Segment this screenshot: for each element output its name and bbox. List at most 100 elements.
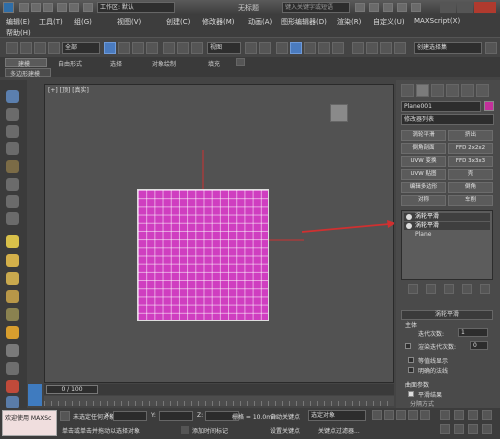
- object-name-field[interactable]: Plane001: [401, 101, 481, 112]
- turbosmooth-rollout-header[interactable]: 涡轮平滑: [401, 310, 493, 320]
- named-selection-dropdown[interactable]: 创建选择集: [414, 42, 482, 54]
- stack-item-turbosmooth-2[interactable]: 涡轮平滑: [404, 222, 490, 230]
- menu-tools[interactable]: 工具(T): [39, 17, 63, 27]
- ribbon-tab-freeform[interactable]: 自由形式: [58, 59, 82, 68]
- window-crossing-icon[interactable]: [146, 42, 158, 54]
- smooth-result-checkbox[interactable]: [408, 391, 414, 397]
- ribbon-tab-object-paint[interactable]: 对象绘制: [152, 59, 176, 68]
- zoom-icon[interactable]: [440, 410, 450, 420]
- orbit-icon[interactable]: [454, 424, 464, 434]
- x-coord-field[interactable]: [113, 411, 147, 421]
- menu-views[interactable]: 视图(V): [117, 17, 141, 27]
- undo-icon[interactable]: [57, 3, 67, 12]
- next-frame-icon[interactable]: [408, 410, 418, 420]
- snap-toggle-icon[interactable]: [290, 42, 302, 54]
- open-file-icon[interactable]: [31, 3, 41, 12]
- modifier-button-edit-poly[interactable]: 编辑多边形: [401, 182, 446, 193]
- set-key-label[interactable]: 设置关键点: [270, 426, 300, 435]
- play-icon[interactable]: [396, 410, 406, 420]
- iterations-spinner[interactable]: 1: [458, 328, 488, 337]
- selection-lock-icon[interactable]: [60, 411, 70, 421]
- communication-icon[interactable]: [383, 3, 393, 12]
- align-icon[interactable]: [380, 42, 392, 54]
- angle-snap-icon[interactable]: [304, 42, 316, 54]
- search-input[interactable]: 键入关键字或短语: [282, 2, 350, 13]
- modifier-button-uvw-xform[interactable]: UVW 变换: [401, 156, 446, 167]
- ribbon-toggle-icon[interactable]: [236, 58, 245, 66]
- auto-key-label[interactable]: 自动关键点: [270, 412, 300, 421]
- tube-icon[interactable]: [6, 212, 19, 225]
- dynamics-icon[interactable]: [6, 380, 19, 393]
- stack-item-plane[interactable]: Plane: [404, 231, 490, 239]
- add-time-tag[interactable]: 添加时间标记: [192, 426, 228, 435]
- key-filters-label[interactable]: 关键点过滤器...: [318, 426, 360, 435]
- teapot-icon[interactable]: [6, 90, 19, 103]
- hierarchy-tab-icon[interactable]: [431, 84, 444, 97]
- menu-edit[interactable]: 编辑(E): [6, 17, 30, 27]
- rotate-icon[interactable]: [177, 42, 189, 54]
- sphere-icon[interactable]: [6, 125, 19, 138]
- modifier-button-extrude[interactable]: 挤出: [448, 130, 493, 141]
- light-icon[interactable]: [6, 254, 19, 267]
- workspace-dropdown[interactable]: 工作区: 默认: [97, 2, 175, 13]
- spacewarp-icon[interactable]: [6, 308, 19, 321]
- previous-frame-icon[interactable]: [384, 410, 394, 420]
- selection-filter-dropdown[interactable]: 全部: [62, 42, 100, 54]
- maxscript-listener[interactable]: 欢迎使用 MAXSc: [2, 410, 57, 436]
- cone-icon[interactable]: [6, 178, 19, 191]
- link-icon[interactable]: [34, 42, 46, 54]
- render-iterations-checkbox[interactable]: [405, 343, 411, 349]
- new-file-icon[interactable]: [19, 3, 29, 12]
- modifier-button-ffd2[interactable]: FFD 2x2x2: [448, 143, 493, 154]
- menu-animation[interactable]: 动画(A): [248, 17, 272, 27]
- viewport-layout-button[interactable]: [28, 384, 42, 406]
- explicit-normals-checkbox[interactable]: [408, 367, 414, 373]
- menu-rendering[interactable]: 渲染(R): [337, 17, 361, 27]
- undo-tool-icon[interactable]: [6, 42, 18, 54]
- y-coord-field[interactable]: [159, 411, 193, 421]
- toolbar-more-icon[interactable]: [485, 42, 497, 54]
- display-tab-icon[interactable]: [461, 84, 474, 97]
- modify-tab-icon[interactable]: [416, 84, 429, 97]
- zoom-extents-icon[interactable]: [468, 410, 478, 420]
- helper-icon[interactable]: [6, 290, 19, 303]
- maximize-button[interactable]: [457, 2, 473, 13]
- search-icon[interactable]: [355, 3, 365, 12]
- show-end-result-icon[interactable]: [426, 284, 436, 294]
- systems-icon[interactable]: [6, 326, 19, 339]
- isoline-display-checkbox[interactable]: [408, 357, 414, 363]
- modifier-button-symmetry[interactable]: 对称: [401, 195, 446, 206]
- rectangular-selection-icon[interactable]: [132, 42, 144, 54]
- modifier-stack[interactable]: 涡轮平滑 涡轮平滑 Plane: [401, 210, 493, 280]
- percent-snap-icon[interactable]: [318, 42, 330, 54]
- modifier-button-bevel[interactable]: 倒角: [448, 182, 493, 193]
- select-object-icon[interactable]: [104, 42, 116, 54]
- ribbon-tab-modeling[interactable]: 建模: [5, 58, 47, 68]
- box-icon[interactable]: [6, 108, 19, 121]
- go-to-start-icon[interactable]: [372, 410, 382, 420]
- modifier-button-shell[interactable]: 壳: [448, 169, 493, 180]
- maximize-viewport-icon[interactable]: [482, 424, 492, 434]
- lightbulb-icon[interactable]: [406, 214, 412, 220]
- remove-modifier-icon[interactable]: [462, 284, 472, 294]
- menu-modifiers[interactable]: 修改器(M): [202, 17, 235, 27]
- modifier-list-dropdown[interactable]: 修改器列表: [401, 114, 494, 125]
- select-manipulate-icon[interactable]: [259, 42, 271, 54]
- torus-icon[interactable]: [6, 160, 19, 173]
- favorites-icon[interactable]: [397, 3, 407, 12]
- make-unique-icon[interactable]: [444, 284, 454, 294]
- camera-icon[interactable]: [6, 272, 19, 285]
- modifier-button-ffd3[interactable]: FFD 3x3x3: [448, 156, 493, 167]
- modifier-button-bevel-profile[interactable]: 倒角剖面: [401, 143, 446, 154]
- redo-icon[interactable]: [69, 3, 79, 12]
- geosphere-icon[interactable]: [6, 195, 19, 208]
- save-file-icon[interactable]: [43, 3, 53, 12]
- ribbon-tab-populate[interactable]: 填充: [208, 59, 220, 68]
- scale-icon[interactable]: [191, 42, 203, 54]
- ribbon-tab-selection[interactable]: 选择: [110, 59, 122, 68]
- utilities-tab-icon[interactable]: [476, 84, 489, 97]
- object-color-swatch[interactable]: [484, 101, 494, 111]
- reference-coordinate-dropdown[interactable]: 视图: [207, 42, 241, 54]
- modifier-button-uvw-map[interactable]: UVW 贴图: [401, 169, 446, 180]
- motion-tab-icon[interactable]: [446, 84, 459, 97]
